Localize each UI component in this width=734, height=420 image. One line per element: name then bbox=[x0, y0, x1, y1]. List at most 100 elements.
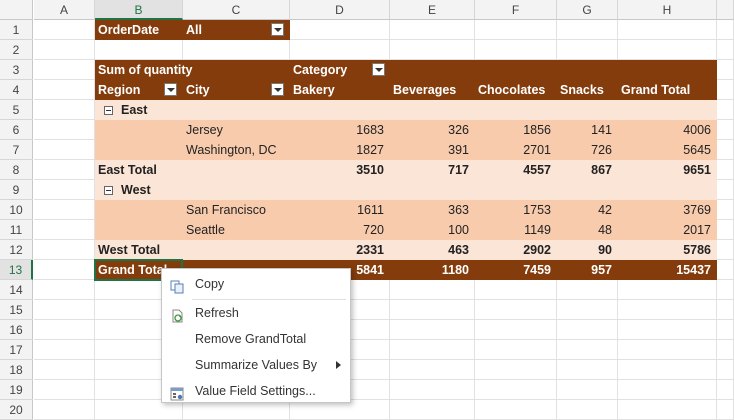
cell[interactable] bbox=[618, 340, 717, 360]
cell[interactable] bbox=[95, 40, 183, 60]
city-cell[interactable]: Washington, DC bbox=[183, 140, 290, 160]
cell[interactable] bbox=[34, 80, 95, 100]
row-header[interactable]: 8 bbox=[0, 160, 33, 180]
cell[interactable] bbox=[618, 320, 717, 340]
cell[interactable] bbox=[34, 20, 95, 40]
value-cell[interactable]: 100 bbox=[390, 220, 475, 240]
value-cell[interactable]: 4006 bbox=[618, 120, 717, 140]
value-cell[interactable]: 363 bbox=[390, 200, 475, 220]
cell[interactable] bbox=[390, 40, 475, 60]
cell[interactable] bbox=[717, 160, 734, 180]
cell[interactable] bbox=[557, 40, 618, 60]
cell[interactable] bbox=[717, 120, 734, 140]
cell[interactable] bbox=[475, 320, 557, 340]
cell[interactable] bbox=[34, 220, 95, 240]
city-cell[interactable]: San Francisco bbox=[183, 200, 290, 220]
cell[interactable] bbox=[557, 400, 618, 420]
row-header[interactable]: 10 bbox=[0, 200, 33, 220]
column-header[interactable]: F bbox=[475, 0, 557, 20]
row-header[interactable]: 3 bbox=[0, 60, 33, 80]
subtotal-value[interactable]: 4557 bbox=[475, 160, 557, 180]
cell[interactable] bbox=[717, 320, 734, 340]
cell[interactable] bbox=[475, 300, 557, 320]
column-header-beverages[interactable]: Beverages bbox=[390, 80, 475, 100]
row-header[interactable]: 19 bbox=[0, 380, 33, 400]
value-cell[interactable]: 5645 bbox=[618, 140, 717, 160]
row-header[interactable]: 16 bbox=[0, 320, 33, 340]
value-cell[interactable]: 2017 bbox=[618, 220, 717, 240]
cell[interactable] bbox=[183, 40, 290, 60]
cell[interactable] bbox=[34, 180, 95, 200]
category-dropdown-icon[interactable] bbox=[372, 63, 385, 76]
group-header-east[interactable]: East bbox=[95, 100, 717, 120]
region-cell[interactable] bbox=[95, 140, 183, 160]
cell[interactable] bbox=[717, 180, 734, 200]
cell[interactable] bbox=[290, 20, 390, 40]
cell[interactable] bbox=[717, 80, 734, 100]
row-header[interactable]: 2 bbox=[0, 40, 33, 60]
row-header[interactable]: 4 bbox=[0, 80, 33, 100]
cell[interactable] bbox=[618, 380, 717, 400]
row-header[interactable]: 5 bbox=[0, 100, 33, 120]
cell[interactable] bbox=[34, 280, 95, 300]
column-header-snacks[interactable]: Snacks bbox=[557, 80, 618, 100]
cell[interactable] bbox=[34, 200, 95, 220]
cell[interactable] bbox=[390, 300, 475, 320]
cell[interactable] bbox=[717, 340, 734, 360]
cell[interactable] bbox=[717, 300, 734, 320]
cell[interactable] bbox=[618, 400, 717, 420]
cell[interactable] bbox=[557, 340, 618, 360]
column-header-chocolates[interactable]: Chocolates bbox=[475, 80, 557, 100]
column-header[interactable]: H bbox=[618, 0, 717, 20]
pivot-data-label[interactable]: Sum of quantity bbox=[95, 60, 290, 80]
cell[interactable] bbox=[34, 380, 95, 400]
grand-total-value[interactable]: 957 bbox=[557, 260, 618, 280]
cell[interactable] bbox=[717, 280, 734, 300]
menu-item-copy[interactable]: Copy bbox=[162, 271, 350, 297]
value-cell[interactable]: 1611 bbox=[290, 200, 390, 220]
row-header[interactable]: 20 bbox=[0, 400, 33, 420]
value-cell[interactable]: 391 bbox=[390, 140, 475, 160]
value-cell[interactable]: 1827 bbox=[290, 140, 390, 160]
region-cell[interactable] bbox=[95, 220, 183, 240]
region-dropdown-icon[interactable] bbox=[164, 83, 177, 96]
spreadsheet-grid[interactable]: A B C D E F G H 1 2 3 4 5 6 7 8 9 10 11 12 13 14 15 16 17 18 19 20 O… bbox=[0, 0, 734, 420]
subtotal-value[interactable]: 9651 bbox=[618, 160, 717, 180]
subtotal-value[interactable]: 90 bbox=[557, 240, 618, 260]
cell[interactable] bbox=[717, 40, 734, 60]
menu-item-value-field-settings[interactable]: Value Field Settings... bbox=[162, 378, 350, 404]
cell[interactable] bbox=[34, 300, 95, 320]
cell[interactable] bbox=[390, 320, 475, 340]
cell[interactable] bbox=[557, 20, 618, 40]
value-cell[interactable]: 720 bbox=[290, 220, 390, 240]
value-cell[interactable]: 2701 bbox=[475, 140, 557, 160]
cell[interactable] bbox=[475, 20, 557, 40]
cell[interactable] bbox=[618, 300, 717, 320]
cell[interactable] bbox=[34, 320, 95, 340]
cell[interactable] bbox=[618, 40, 717, 60]
cell[interactable] bbox=[34, 260, 95, 280]
cell[interactable] bbox=[717, 240, 734, 260]
cell[interactable] bbox=[475, 40, 557, 60]
value-cell[interactable]: 726 bbox=[557, 140, 618, 160]
menu-item-remove-grand-total[interactable]: Remove GrandTotal bbox=[162, 326, 350, 352]
filter-dropdown-icon[interactable] bbox=[271, 23, 284, 36]
subtotal-value[interactable]: 2902 bbox=[475, 240, 557, 260]
cell[interactable] bbox=[34, 40, 95, 60]
cell[interactable] bbox=[475, 400, 557, 420]
row-header[interactable]: 13 bbox=[0, 260, 33, 280]
cell[interactable] bbox=[717, 20, 734, 40]
cell[interactable] bbox=[717, 260, 734, 280]
subtotal-value[interactable]: 5786 bbox=[618, 240, 717, 260]
cell[interactable] bbox=[717, 140, 734, 160]
column-field-label[interactable]: Category bbox=[290, 60, 717, 80]
cell[interactable] bbox=[390, 20, 475, 40]
subtotal-value[interactable]: 3510 bbox=[290, 160, 390, 180]
column-header[interactable]: D bbox=[290, 0, 390, 20]
cell[interactable] bbox=[390, 360, 475, 380]
column-header[interactable]: E bbox=[390, 0, 475, 20]
cell[interactable] bbox=[557, 280, 618, 300]
cell[interactable] bbox=[557, 320, 618, 340]
cell[interactable] bbox=[390, 280, 475, 300]
subtotal-label[interactable]: East Total bbox=[95, 160, 290, 180]
